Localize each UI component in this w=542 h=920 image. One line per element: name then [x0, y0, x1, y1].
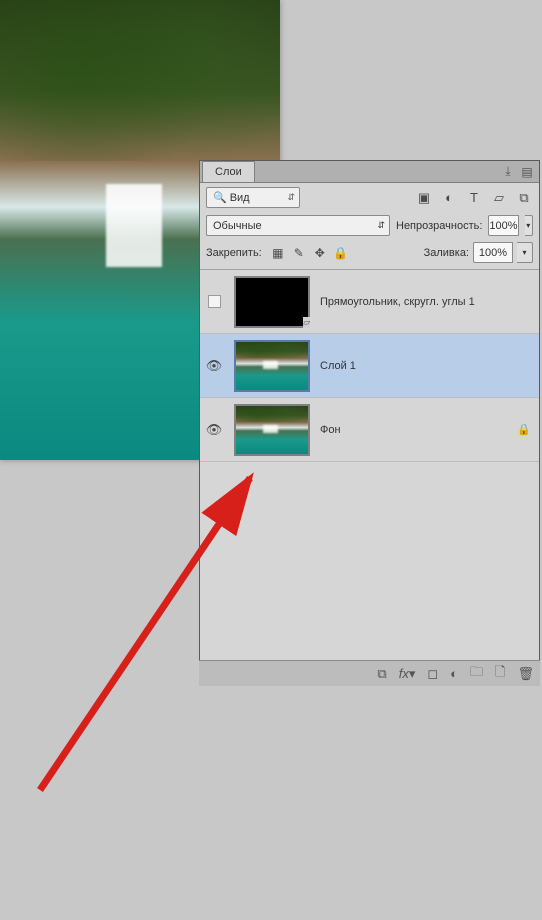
new-layer-icon[interactable]: 🗋	[495, 663, 505, 685]
lock-icon: 🔒	[517, 423, 531, 436]
layer-row[interactable]: ▱ Прямоугольник, скругл. углы 1	[200, 270, 539, 334]
collapse-icon[interactable]: ⤓	[500, 164, 516, 179]
lock-brush-icon[interactable]: ✎	[292, 246, 306, 260]
add-mask-icon[interactable]: ◻	[427, 666, 438, 682]
lock-pixels-icon[interactable]: ▦	[271, 246, 285, 260]
tab-layers[interactable]: Слои	[202, 161, 255, 182]
visibility-toggle[interactable]: 👁	[206, 358, 223, 374]
filter-image-icon[interactable]: ▣	[415, 189, 433, 207]
panel-menu-icon[interactable]: ▤	[519, 164, 535, 179]
visibility-toggle[interactable]: 👁	[206, 422, 223, 438]
layer-row[interactable]: 👁 Фон 🔒	[200, 398, 539, 462]
panel-tabbar: Слои ⤓ ▤	[200, 161, 539, 183]
layer-thumbnail[interactable]	[234, 404, 310, 456]
opacity-value[interactable]: 100%	[488, 215, 518, 236]
fill-adjust-icon[interactable]: ◐	[450, 666, 458, 681]
fill-value[interactable]: 100%	[473, 242, 513, 263]
filter-smart-icon[interactable]: ⧉	[515, 189, 533, 207]
chevron-down-icon: ⇵	[377, 220, 385, 231]
search-icon: 🔍	[213, 191, 227, 204]
shape-badge-icon: ▱	[303, 317, 310, 328]
link-layers-icon[interactable]: ⧉	[377, 666, 386, 682]
layer-row[interactable]: 👁 Слой 1	[200, 334, 539, 398]
new-group-icon[interactable]: 🗀	[470, 663, 483, 685]
filter-shape-icon[interactable]: ▱	[490, 189, 508, 207]
fill-stepper[interactable]: ▾	[517, 242, 533, 263]
filter-adjustment-icon[interactable]: ◐	[440, 189, 458, 207]
filter-label: Вид	[230, 192, 250, 204]
blend-mode-value: Обычные	[213, 220, 262, 232]
lock-label: Закрепить:	[206, 247, 262, 259]
annotation-arrow	[0, 460, 280, 920]
filter-dropdown[interactable]: 🔍 Вид ⇵	[206, 187, 300, 208]
opacity-label: Непрозрачность:	[396, 220, 482, 232]
lock-move-icon[interactable]: ✥	[313, 246, 327, 260]
lock-all-icon[interactable]: 🔒	[334, 246, 348, 260]
layer-thumbnail[interactable]	[234, 340, 310, 392]
layer-name[interactable]: Слой 1	[320, 360, 531, 372]
layer-name[interactable]: Фон	[320, 424, 517, 436]
opacity-stepper[interactable]: ▾	[525, 215, 533, 236]
layer-name[interactable]: Прямоугольник, скругл. углы 1	[320, 296, 531, 308]
visibility-toggle[interactable]	[208, 295, 221, 308]
layer-thumbnail[interactable]: ▱	[234, 276, 310, 328]
layer-fx-icon[interactable]: fx▾	[399, 666, 416, 682]
chevron-down-icon: ⇵	[287, 192, 295, 203]
filter-text-icon[interactable]: T	[465, 189, 483, 207]
delete-layer-icon[interactable]: 🗑	[517, 666, 534, 682]
blend-mode-dropdown[interactable]: Обычные ⇵	[206, 215, 390, 236]
fill-label: Заливка:	[424, 247, 469, 259]
